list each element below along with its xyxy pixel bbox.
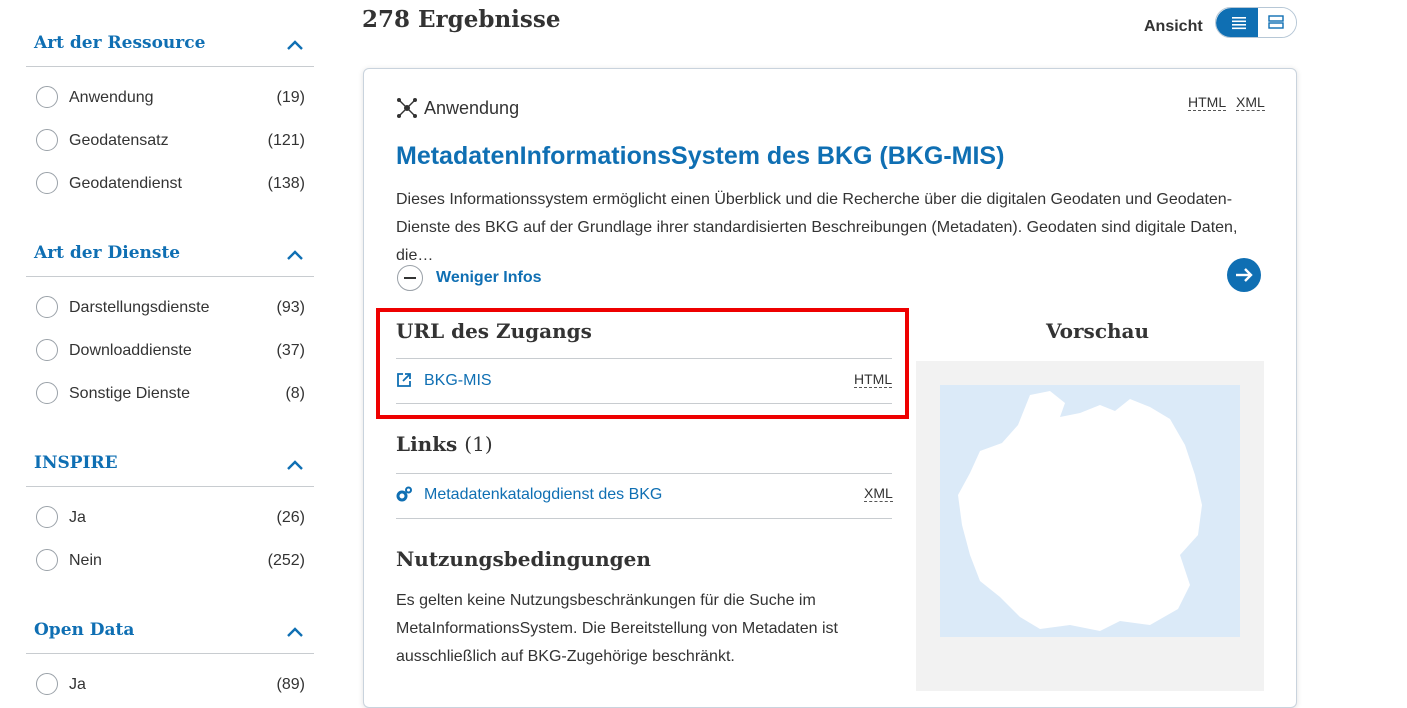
facet-header[interactable]: Art der Ressource — [26, 0, 314, 67]
option-count: (121) — [267, 132, 305, 149]
option-count: (8) — [285, 385, 305, 402]
option-count: (89) — [276, 676, 305, 693]
option-label: Geodatendienst — [69, 175, 182, 192]
option-label: Downloaddienste — [69, 342, 192, 359]
chevron-up-icon[interactable] — [286, 38, 304, 52]
option-label: Ja — [69, 676, 86, 693]
list-view-icon — [1232, 17, 1246, 30]
option-count: (252) — [267, 552, 305, 569]
radio-button[interactable] — [36, 549, 58, 571]
filter-option[interactable]: Geodatendienst (138) — [26, 169, 314, 199]
facet-title: INSPIRE — [34, 453, 118, 473]
links-count: (1) — [464, 432, 493, 456]
facet-title: Art der Dienste — [34, 243, 181, 263]
radio-button[interactable] — [36, 382, 58, 404]
compact-view-icon — [1268, 15, 1284, 29]
link-xml-format[interactable]: XML — [864, 485, 893, 502]
filter-option[interactable]: Anwendung (19) — [26, 83, 314, 113]
option-count: (37) — [276, 342, 305, 359]
link-item[interactable]: Metadatenkatalogdienst des BKG — [424, 486, 662, 504]
terms-text: Es gelten keine Nutzungsbeschränkungen f… — [396, 592, 838, 665]
filter-option[interactable]: Ja (26) — [26, 503, 314, 533]
filter-option[interactable]: Downloaddienste (37) — [26, 336, 314, 366]
results-count: 278 Ergebnisse — [362, 6, 561, 33]
option-label: Geodatensatz — [69, 132, 169, 149]
filter-option[interactable]: Darstellungsdienste (93) — [26, 293, 314, 323]
option-label: Ja — [69, 509, 86, 526]
divider — [396, 473, 892, 474]
highlight-box — [376, 308, 909, 419]
chevron-up-icon[interactable] — [286, 248, 304, 262]
facet-inspire: INSPIRE Ja (26) Nein (252) — [26, 420, 314, 571]
facet-art-der-ressource: Art der Ressource Anwendung (19) Geodate… — [26, 0, 314, 194]
option-label: Anwendung — [69, 89, 154, 106]
open-details-button[interactable] — [1227, 258, 1261, 292]
option-count: (26) — [276, 509, 305, 526]
facet-header[interactable]: Art der Dienste — [26, 210, 314, 277]
html-format-link[interactable]: HTML — [1188, 94, 1227, 111]
preview-heading: Vorschau — [1046, 319, 1150, 343]
facet-title: Art der Ressource — [34, 33, 206, 53]
links-heading-label: Links — [396, 432, 458, 456]
grid-view-button[interactable] — [1258, 8, 1296, 37]
result-description: Dieses Informationssystem ermöglicht ein… — [396, 191, 1238, 264]
facet-open-data: Open Data Ja (89) — [26, 587, 314, 695]
result-title[interactable]: MetadatenInformationsSystem des BKG (BKG… — [396, 142, 1004, 171]
filter-option[interactable]: Ja (89) — [26, 670, 314, 700]
option-label: Sonstige Dienste — [69, 385, 190, 402]
list-view-button[interactable] — [1216, 8, 1258, 37]
radio-button[interactable] — [36, 339, 58, 361]
facet-art-der-dienste: Art der Dienste Darstellungsdienste (93)… — [26, 210, 314, 404]
view-label: Ansicht — [1144, 18, 1203, 35]
option-label: Darstellungsdienste — [69, 299, 210, 316]
facet-header[interactable]: INSPIRE — [26, 420, 314, 487]
gears-icon — [396, 486, 412, 502]
option-count: (19) — [276, 89, 305, 106]
view-toggle — [1215, 7, 1297, 38]
xml-format-link[interactable]: XML — [1236, 94, 1265, 111]
chevron-up-icon[interactable] — [286, 458, 304, 472]
divider — [396, 518, 892, 519]
radio-button[interactable] — [36, 129, 58, 151]
resource-type-label: Anwendung — [424, 98, 520, 118]
links-heading: Links (1) — [396, 432, 493, 456]
radio-button[interactable] — [36, 172, 58, 194]
radio-button[interactable] — [36, 506, 58, 528]
application-icon — [397, 98, 417, 118]
radio-button[interactable] — [36, 86, 58, 108]
radio-button[interactable] — [36, 296, 58, 318]
chevron-up-icon[interactable] — [286, 625, 304, 639]
radio-button[interactable] — [36, 673, 58, 695]
collapse-icon[interactable] — [397, 265, 423, 291]
option-count: (93) — [276, 299, 305, 316]
facet-title: Open Data — [34, 620, 135, 640]
arrow-right-icon — [1236, 268, 1253, 282]
option-label: Nein — [69, 552, 102, 569]
less-info-toggle[interactable]: Weniger Infos — [436, 269, 542, 287]
filter-option[interactable]: Nein (252) — [26, 546, 314, 576]
terms-heading: Nutzungsbedingungen — [396, 547, 651, 571]
preview-map — [940, 385, 1240, 637]
germany-map-shape — [958, 391, 1202, 631]
filter-option[interactable]: Geodatensatz (121) — [26, 126, 314, 156]
filter-option[interactable]: Sonstige Dienste (8) — [26, 379, 314, 409]
option-count: (138) — [267, 175, 305, 192]
facet-header[interactable]: Open Data — [26, 587, 314, 654]
